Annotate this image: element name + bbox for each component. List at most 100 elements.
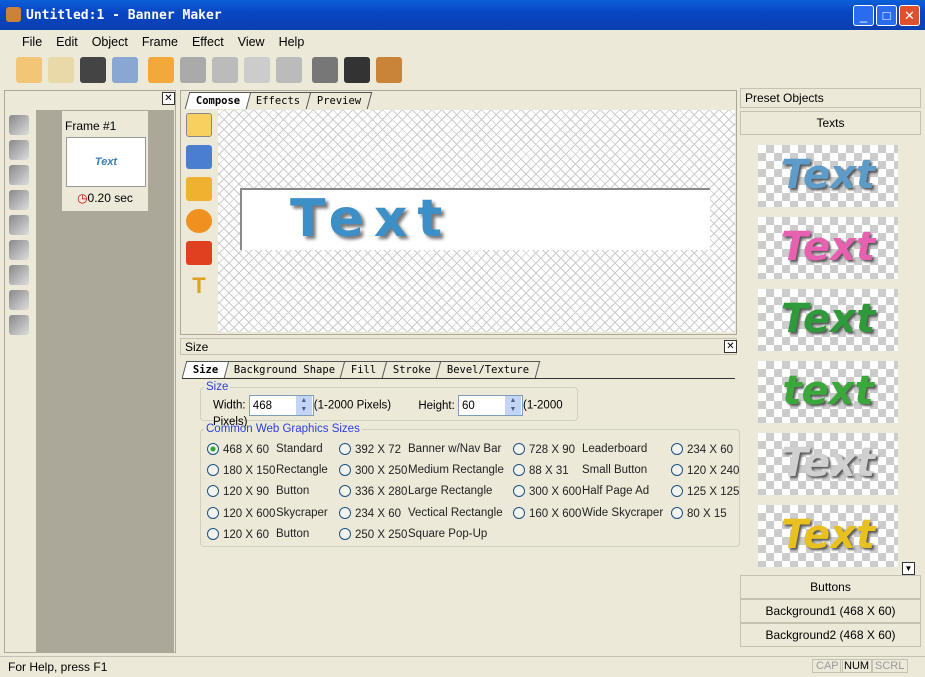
copy-icon[interactable] (244, 57, 270, 83)
undo-icon[interactable] (148, 57, 174, 83)
effect-icon[interactable] (376, 57, 402, 83)
radio-button[interactable] (207, 485, 219, 497)
radio-button[interactable] (207, 464, 219, 476)
text-tool-icon[interactable]: T (186, 273, 212, 298)
size-option[interactable]: 180 X 150 Rectangle (207, 464, 328, 477)
tab-bevel-texture[interactable]: Bevel/Texture (435, 361, 541, 378)
preset-text-item[interactable]: Text (758, 505, 898, 567)
size-option[interactable]: 234 X 60 Vectical Rectangle (339, 507, 503, 520)
tab-compose[interactable]: Compose (184, 92, 252, 109)
menu-effect[interactable]: Effect (192, 35, 224, 49)
pointer-tool-icon[interactable] (186, 113, 212, 137)
radio-button[interactable] (671, 507, 683, 519)
height-input[interactable] (458, 396, 505, 415)
frame-tool-icon[interactable] (9, 290, 29, 310)
tab-size[interactable]: Size (181, 361, 230, 378)
tab-preview[interactable]: Preview (305, 92, 373, 109)
polygon-tool-icon[interactable] (186, 241, 212, 265)
cube-icon[interactable] (344, 57, 370, 83)
size-option[interactable]: 125 X 125 (671, 485, 739, 498)
menu-view[interactable]: View (238, 35, 265, 49)
background1-section[interactable]: Background1 (468 X 60) (740, 599, 921, 623)
frame-tool-icon[interactable] (9, 190, 29, 210)
radio-button[interactable] (339, 443, 351, 455)
radio-button[interactable] (339, 464, 351, 476)
size-option[interactable]: 120 X 60 Button (207, 528, 309, 541)
scroll-down-icon[interactable]: ▼ (902, 562, 915, 575)
frame-tool-icon[interactable] (9, 215, 29, 235)
tab-stroke[interactable]: Stroke (381, 361, 442, 378)
background2-section[interactable]: Background2 (468 X 60) (740, 623, 921, 647)
radio-button[interactable] (513, 485, 525, 497)
preset-text-item[interactable]: Text (758, 217, 898, 279)
frame-tool-icon[interactable] (9, 165, 29, 185)
preset-text-item[interactable]: text (758, 361, 898, 423)
size-option[interactable]: 120 X 600 Skycraper (207, 507, 328, 520)
size-option[interactable]: 250 X 250 Square Pop-Up (339, 528, 487, 541)
banner-text[interactable]: Text (240, 188, 710, 250)
frame-item[interactable]: Frame #1 Text ◷0.20 sec (62, 111, 148, 211)
size-option[interactable]: 300 X 600 Half Page Ad (513, 485, 649, 498)
menu-object[interactable]: Object (92, 35, 128, 49)
height-spinner[interactable]: ▲▼ (457, 395, 523, 416)
radio-button[interactable] (671, 443, 683, 455)
tab-background-shape[interactable]: Background Shape (223, 361, 347, 378)
spin-arrows-icon[interactable]: ▲ ▼ (504, 396, 521, 415)
size-option[interactable]: 336 X 280 Large Rectangle (339, 485, 492, 498)
size-option[interactable]: 120 X 90 Button (207, 485, 309, 498)
paste-icon[interactable] (276, 57, 302, 83)
size-option[interactable]: 728 X 90 Leaderboard (513, 443, 647, 456)
save-icon[interactable] (80, 57, 106, 83)
tab-effects[interactable]: Effects (244, 92, 312, 109)
radio-button[interactable] (513, 464, 525, 476)
size-option[interactable]: 392 X 72 Banner w/Nav Bar (339, 443, 501, 456)
size-option[interactable]: 234 X 60 (671, 443, 733, 456)
radio-button[interactable] (207, 507, 219, 519)
callout-tool-icon[interactable] (186, 209, 212, 233)
print-icon[interactable] (112, 57, 138, 83)
maximize-button[interactable]: □ (876, 5, 897, 26)
redo-icon[interactable] (180, 57, 206, 83)
image-tool-icon[interactable] (186, 145, 212, 169)
tab-fill[interactable]: Fill (340, 361, 389, 378)
radio-button[interactable] (207, 528, 219, 540)
size-option[interactable]: 80 X 15 (671, 507, 727, 520)
preset-text-item[interactable]: Text (758, 145, 898, 207)
size-option[interactable]: 468 X 60 Standard (207, 443, 323, 456)
frame-tool-icon[interactable] (9, 240, 29, 260)
radio-button[interactable] (513, 443, 525, 455)
width-spinner[interactable]: ▲▼ (248, 395, 314, 416)
shape-tool-icon[interactable] (186, 177, 212, 201)
close-button[interactable]: ✕ (899, 5, 920, 26)
menu-file[interactable]: File (22, 35, 42, 49)
cut-icon[interactable] (212, 57, 238, 83)
preset-text-item[interactable]: Text (758, 433, 898, 495)
minimize-button[interactable]: _ (853, 5, 874, 26)
frame-tool-icon[interactable] (9, 115, 29, 135)
radio-button[interactable] (671, 485, 683, 497)
radio-button[interactable] (671, 464, 683, 476)
size-option[interactable]: 300 X 250 Medium Rectangle (339, 464, 504, 477)
width-input[interactable] (249, 396, 296, 415)
texts-section[interactable]: Texts (740, 111, 921, 135)
menu-edit[interactable]: Edit (56, 35, 78, 49)
menu-frame[interactable]: Frame (142, 35, 178, 49)
spin-arrows-icon[interactable]: ▲ ▼ (295, 396, 312, 415)
frame-tool-icon[interactable] (9, 315, 29, 335)
radio-button[interactable] (207, 443, 219, 455)
size-option[interactable]: 160 X 600 Wide Skycraper (513, 507, 663, 520)
new-icon[interactable] (16, 57, 42, 83)
close-panel-icon[interactable]: ✕ (162, 92, 175, 105)
radio-button[interactable] (339, 507, 351, 519)
size-option[interactable]: 88 X 31 Small Button (513, 464, 647, 477)
buttons-section[interactable]: Buttons (740, 575, 921, 599)
radio-button[interactable] (513, 507, 525, 519)
size-option[interactable]: 120 X 240 (671, 464, 739, 477)
delete-icon[interactable] (312, 57, 338, 83)
frame-tool-icon[interactable] (9, 140, 29, 160)
radio-button[interactable] (339, 528, 351, 540)
frame-tool-icon[interactable] (9, 265, 29, 285)
radio-button[interactable] (339, 485, 351, 497)
close-panel-icon[interactable]: ✕ (724, 340, 737, 353)
open-icon[interactable] (48, 57, 74, 83)
